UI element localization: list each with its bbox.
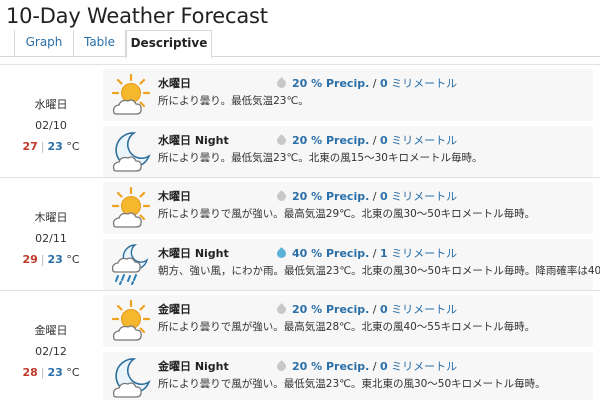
period-description: 所により曇り。最低気温23℃。北東の風15〜30キロメートル毎時。 [158,152,483,164]
period-name: 水曜日 [158,77,191,90]
forecast-period: 金曜日 20 % Precip. / 0 ミリメートル 所により曇りで風が強い。… [103,295,593,347]
tab-descriptive[interactable]: Descriptive [126,30,212,58]
low-temp: 23 [47,140,63,153]
partly-cloudy-day-icon [111,73,151,115]
day-summary: 金曜日 02/12 28 | 23 °C [0,322,102,379]
page-title: 10-Day Weather Forecast [6,4,268,28]
precip-info: 20 % Precip. / 0 ミリメートル [275,301,457,317]
raindrop-icon [275,247,288,260]
forecast-period: 木曜日 20 % Precip. / 0 ミリメートル 所により曇りで風が強い。… [103,182,593,234]
high-temp: 27 [22,140,38,153]
raindrop-icon [275,77,288,90]
precip-info: 40 % Precip. / 1 ミリメートル [275,245,457,261]
forecast-period: 水曜日 Night 20 % Precip. / 0 ミリメートル 所により曇り… [103,126,593,178]
forecast-period: 木曜日 Night 40 % Precip. / 1 ミリメートル 朝方、強い風… [103,239,600,291]
period-description: 所により曇りで風が強い。最低気温23℃。東北東の風30〜50キロメートル毎時。 [158,378,546,390]
low-temp: 23 [47,253,63,266]
tab-graph[interactable]: Graph [14,30,74,57]
precip-info: 20 % Precip. / 0 ミリメートル [275,358,457,374]
precip-info: 20 % Precip. / 0 ミリメートル [275,132,457,148]
forecast-period: 金曜日 Night 20 % Precip. / 0 ミリメートル 所により曇り… [103,352,593,400]
partly-cloudy-day-icon [111,299,151,341]
forecast-day: 水曜日 02/10 27 | 23 °C 水曜日 20 % Precip. / 0 … [0,64,600,178]
low-temp: 23 [47,366,63,379]
raindrop-icon [275,190,288,203]
period-name: 木曜日 Night [158,247,229,260]
tab-table[interactable]: Table [74,30,126,57]
day-date: 02/11 [35,232,67,245]
precip-info: 20 % Precip. / 0 ミリメートル [275,188,457,204]
high-temp: 29 [22,253,38,266]
period-description: 所により曇りで風が強い。最高気温28℃。北東の風40〜55キロメートル毎時。 [158,321,536,333]
partly-cloudy-night-icon [112,132,150,172]
high-temp: 28 [22,366,38,379]
partly-cloudy-night-icon [112,358,150,398]
period-description: 所により曇りで風が強い。最高気温29℃。北東の風30〜50キロメートル毎時。 [158,208,536,220]
period-name: 金曜日 [158,303,191,316]
precip-info: 20 % Precip. / 0 ミリメートル [275,75,457,91]
rain-night-icon [111,244,148,285]
day-of-week: 金曜日 [34,324,68,337]
period-name: 木曜日 [158,190,191,203]
day-of-week: 水曜日 [34,98,68,111]
partly-cloudy-day-icon [111,186,151,228]
temp-unit: °C [66,140,80,153]
day-of-week: 木曜日 [34,211,68,224]
raindrop-icon [275,303,288,316]
temp-unit: °C [66,253,80,266]
day-summary: 木曜日 02/11 29 | 23 °C [0,209,102,266]
tab-bar: Graph Table Descriptive [0,30,600,58]
period-name: 金曜日 Night [158,360,229,373]
temp-unit: °C [66,366,80,379]
forecast-period: 水曜日 20 % Precip. / 0 ミリメートル 所により曇り。最低気温2… [103,69,593,121]
period-name: 水曜日 Night [158,134,229,147]
day-date: 02/12 [35,345,67,358]
period-description: 所により曇り。最低気温23℃。 [158,95,309,107]
day-summary: 水曜日 02/10 27 | 23 °C [0,96,102,153]
forecast-day: 木曜日 02/11 29 | 23 °C 木曜日 20 % Precip. / 0 … [0,177,600,291]
period-description: 朝方、強い風，にわか雨。最低気温23℃。北東の風30〜50キロメートル毎時。降雨… [158,265,600,277]
raindrop-icon [275,134,288,147]
forecast-day: 金曜日 02/12 28 | 23 °C 金曜日 20 % Precip. / 0 … [0,290,600,400]
raindrop-icon [275,360,288,373]
day-date: 02/10 [35,119,67,132]
